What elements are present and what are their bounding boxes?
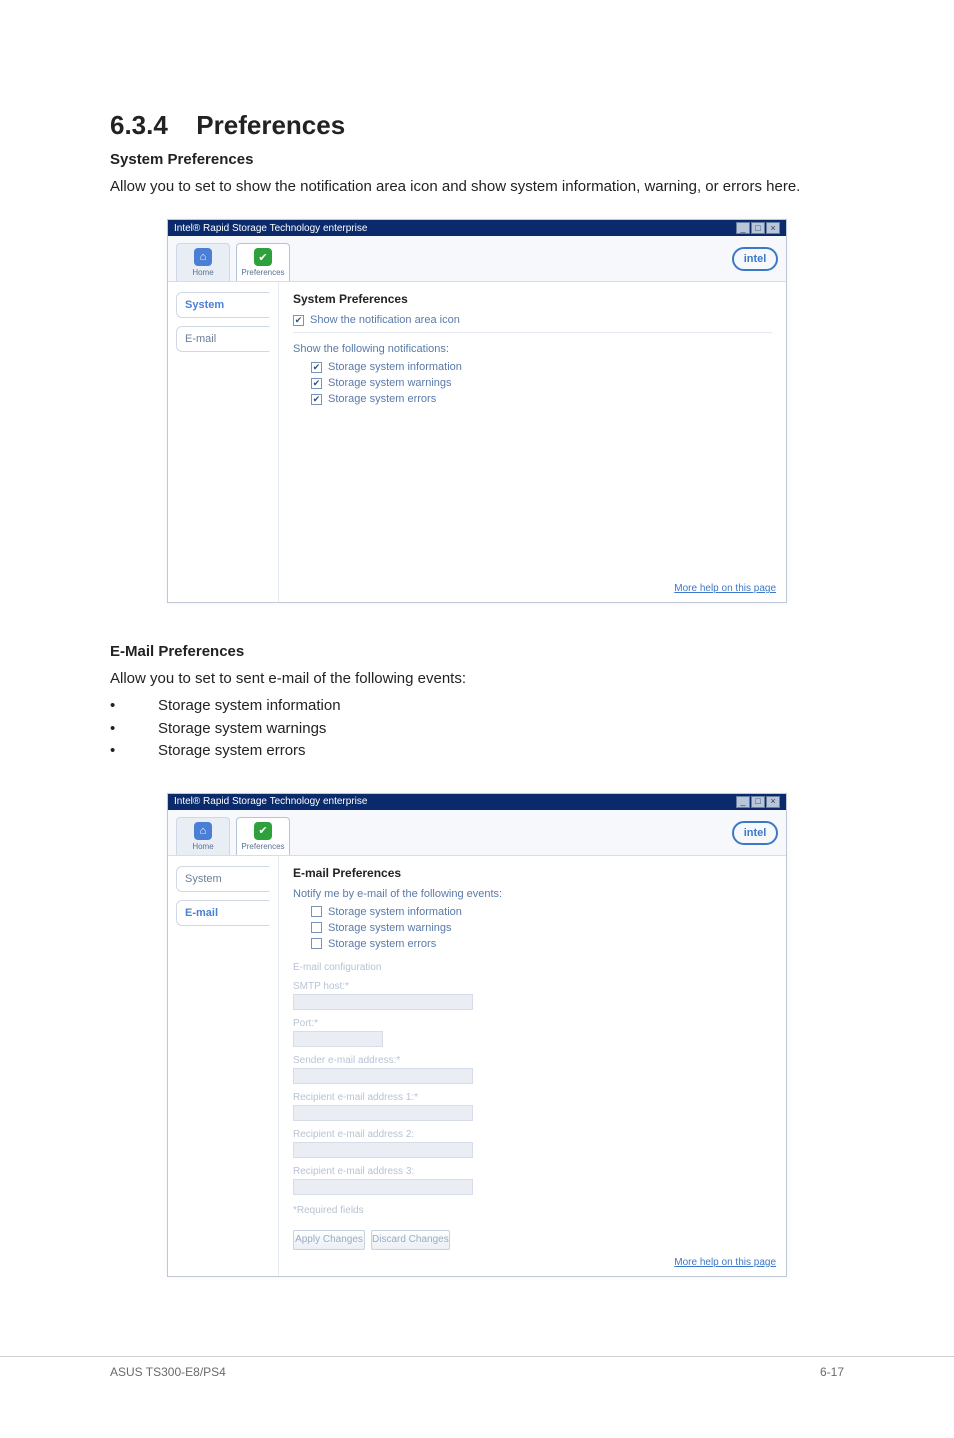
port-label: Port:* [293,1018,772,1029]
button-label: Discard Changes [372,1234,449,1245]
checkbox-label: Show the notification area icon [310,314,460,326]
email-events-list: Storage system information Storage syste… [110,695,844,763]
checkbox-sys-warn[interactable]: ✔ [311,378,322,389]
home-icon: ⌂ [194,248,212,266]
sidebar-item-label: E-mail [185,907,218,919]
sidebar-item-email[interactable]: E-mail [176,900,270,926]
system-preferences-window: Intel® Rapid Storage Technology enterpri… [167,219,787,603]
checkbox-email-err[interactable] [311,938,322,949]
panel-title: System Preferences [293,292,772,306]
email-preferences-panel: E-mail Preferences Notify me by e-mail o… [278,856,786,1276]
maximize-icon[interactable]: □ [751,796,765,808]
checkbox-label: Storage system errors [328,938,436,950]
checkbox-email-warn[interactable] [311,922,322,933]
system-preferences-subhead: System Preferences [110,151,844,168]
sidebar-item-label: System [185,873,222,885]
sidebar-item-label: System [185,299,224,311]
section-header: 6.3.4 Preferences [110,110,844,141]
window-buttons: _ □ × [736,222,780,234]
page-footer: ASUS TS300-E8/PS4 6-17 [0,1356,954,1379]
tab-preferences-label: Preferences [241,268,284,277]
email-config-head: E-mail configuration [293,962,772,973]
list-item: Storage system information [110,695,844,718]
required-fields-label: *Required fields [293,1205,772,1216]
sidebar-item-system[interactable]: System [176,866,270,892]
tab-preferences-label: Preferences [241,842,284,851]
system-preferences-paragraph: Allow you to set to show the notificatio… [110,176,844,197]
apply-changes-button[interactable]: Apply Changes [293,1230,365,1250]
tab-preferences[interactable]: ✔ Preferences [236,817,290,855]
tab-home-label: Home [192,842,213,851]
window-titlebar[interactable]: Intel® Rapid Storage Technology enterpri… [168,794,786,810]
divider [293,332,772,333]
sidebar-item-system[interactable]: System [176,292,270,318]
smtp-input[interactable] [293,994,473,1010]
checkbox-label: Storage system errors [328,393,436,405]
checkbox-label: Storage system warnings [328,377,452,389]
section-title: Preferences [196,110,345,141]
checkbox-show-icon[interactable]: ✔ [293,315,304,326]
subhead-label: Show the following notifications: [293,343,449,355]
list-item: Storage system errors [110,740,844,763]
checkbox-label: Storage system warnings [328,922,452,934]
checkbox-label: Storage system information [328,361,462,373]
minimize-icon[interactable]: _ [736,796,750,808]
close-icon[interactable]: × [766,222,780,234]
close-icon[interactable]: × [766,796,780,808]
recipient2-label: Recipient e-mail address 2: [293,1129,772,1140]
discard-changes-button[interactable]: Discard Changes [371,1230,450,1250]
intel-logo-text: intel [744,827,767,839]
window-title: Intel® Rapid Storage Technology enterpri… [174,223,367,234]
more-help-label: More help on this page [674,583,776,594]
preferences-sidebar: System E-mail [168,856,278,1276]
sender-input[interactable] [293,1068,473,1084]
button-label: Apply Changes [295,1234,363,1245]
email-preferences-window: Intel® Rapid Storage Technology enterpri… [167,793,787,1277]
checkbox-sys-err[interactable]: ✔ [311,394,322,405]
check-icon: ✔ [254,248,272,266]
tab-preferences[interactable]: ✔ Preferences [236,243,290,281]
footer-left: ASUS TS300-E8/PS4 [110,1365,226,1379]
recipient1-label: Recipient e-mail address 1:* [293,1092,772,1103]
email-preferences-subhead: E-Mail Preferences [110,643,844,660]
port-input[interactable] [293,1031,383,1047]
tab-home[interactable]: ⌂ Home [176,817,230,855]
more-help-link[interactable]: More help on this page [674,1257,776,1268]
intel-logo: intel [732,247,778,271]
recipient3-input[interactable] [293,1179,473,1195]
check-icon: ✔ [254,822,272,840]
email-preferences-paragraph: Allow you to set to sent e-mail of the f… [110,668,844,689]
sidebar-item-label: E-mail [185,333,216,345]
panel-title: E-mail Preferences [293,866,772,880]
checkbox-email-info[interactable] [311,906,322,917]
top-tabbar: ⌂ Home ✔ Preferences intel [168,236,786,282]
checkbox-label: Storage system information [328,906,462,918]
notify-label: Notify me by e-mail of the following eve… [293,888,502,900]
window-buttons: _ □ × [736,796,780,808]
smtp-label: SMTP host:* [293,981,772,992]
intel-logo-text: intel [744,253,767,265]
recipient1-input[interactable] [293,1105,473,1121]
preferences-sidebar: System E-mail [168,282,278,602]
maximize-icon[interactable]: □ [751,222,765,234]
window-titlebar[interactable]: Intel® Rapid Storage Technology enterpri… [168,220,786,236]
top-tabbar: ⌂ Home ✔ Preferences intel [168,810,786,856]
recipient2-input[interactable] [293,1142,473,1158]
recipient3-label: Recipient e-mail address 3: [293,1166,772,1177]
section-number: 6.3.4 [110,110,168,141]
minimize-icon[interactable]: _ [736,222,750,234]
list-item: Storage system warnings [110,718,844,741]
sender-label: Sender e-mail address:* [293,1055,772,1066]
tab-home[interactable]: ⌂ Home [176,243,230,281]
checkbox-sys-info[interactable]: ✔ [311,362,322,373]
window-title: Intel® Rapid Storage Technology enterpri… [174,796,367,807]
system-preferences-panel: System Preferences ✔ Show the notificatio… [278,282,786,602]
more-help-label: More help on this page [674,1257,776,1268]
intel-logo: intel [732,821,778,845]
more-help-link[interactable]: More help on this page [674,583,776,594]
tab-home-label: Home [192,268,213,277]
sidebar-item-email[interactable]: E-mail [176,326,270,352]
home-icon: ⌂ [194,822,212,840]
footer-right: 6-17 [820,1365,844,1379]
